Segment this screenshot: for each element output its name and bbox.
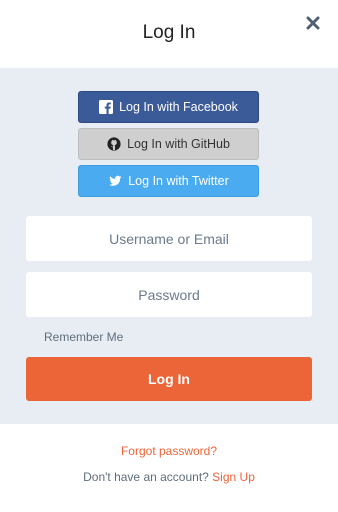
forgot-password-link[interactable]: Forgot password? (121, 444, 217, 458)
signup-link[interactable]: Sign Up (212, 470, 255, 484)
facebook-login-button[interactable]: Log In with Facebook (78, 91, 259, 123)
github-login-label: Log In with GitHub (127, 137, 230, 151)
username-email-input[interactable] (26, 216, 312, 261)
dialog-title: Log In (142, 22, 196, 43)
remember-me-toggle[interactable]: Remember Me (44, 330, 123, 344)
twitter-login-button[interactable]: Log In with Twitter (78, 165, 259, 197)
password-input[interactable] (26, 272, 312, 317)
dialog-header: Log In (0, 0, 338, 68)
no-account-text: Don't have an account? (83, 470, 209, 484)
forgot-password-row: Forgot password? (0, 444, 338, 458)
github-icon (107, 137, 121, 151)
facebook-icon (99, 100, 114, 114)
facebook-login-label: Log In with Facebook (119, 100, 238, 114)
github-login-button[interactable]: Log In with GitHub (78, 128, 259, 160)
close-icon[interactable] (304, 14, 322, 32)
twitter-login-label: Log In with Twitter (128, 174, 229, 188)
twitter-icon (108, 174, 122, 188)
login-submit-button[interactable]: Log In (26, 357, 312, 401)
signup-row: Don't have an account? Sign Up (0, 470, 338, 484)
